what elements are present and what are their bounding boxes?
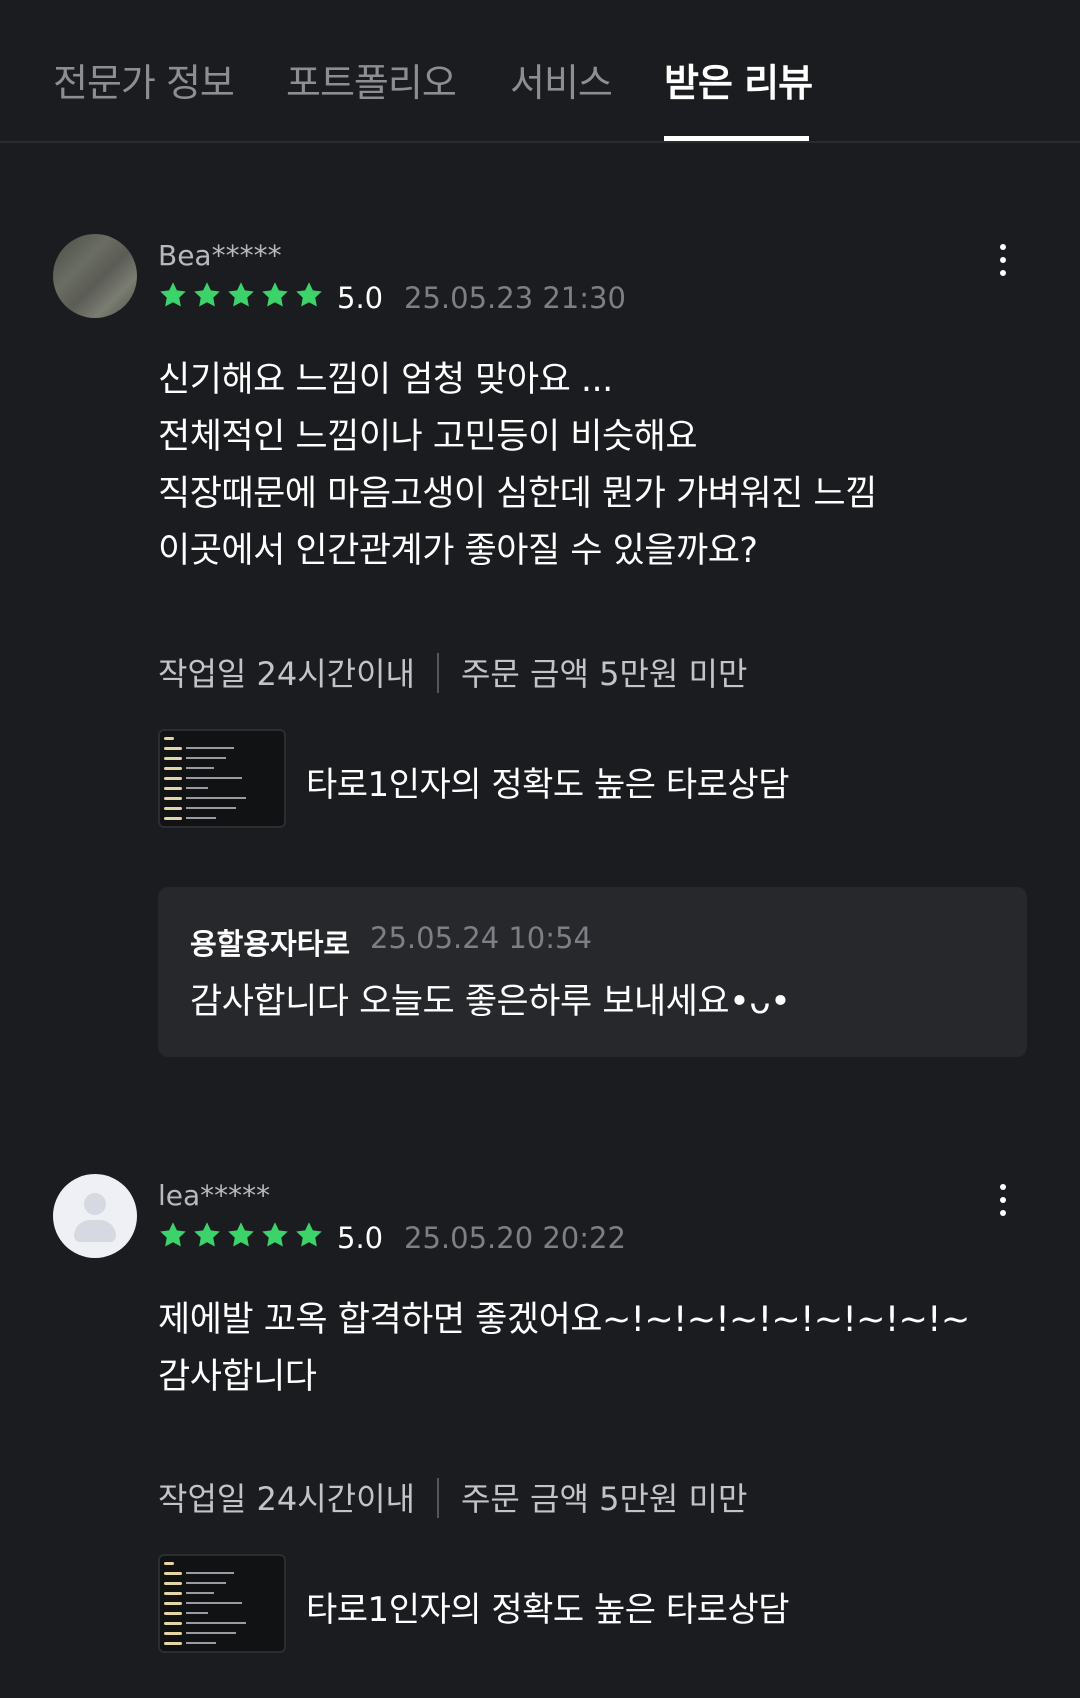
active-tab-indicator <box>664 136 809 141</box>
reply-date: 25.05.24 10:54 <box>370 921 592 955</box>
review-content: 신기해요 느낌이 엄청 맞아요 ... 전체적인 느낌이나 고민등이 비슷해요 … <box>158 352 877 580</box>
star-icon <box>226 1220 256 1250</box>
service-thumbnail[interactable] <box>158 729 286 828</box>
divider <box>436 1478 439 1518</box>
order-amount: 주문 금액 5만원 미만 <box>460 1480 748 1518</box>
star-icon <box>158 280 188 310</box>
star-icon <box>192 280 222 310</box>
more-vertical-icon[interactable] <box>995 1180 1011 1220</box>
work-period: 작업일 24시간이내 <box>158 1480 415 1518</box>
rating-stars <box>158 280 328 310</box>
service-title[interactable]: 타로1인자의 정확도 높은 타로상담 <box>306 757 789 806</box>
review-line: 전체적인 느낌이나 고민등이 비슷해요 <box>158 417 698 457</box>
star-icon <box>294 280 324 310</box>
star-icon <box>294 1220 324 1250</box>
review-line: 직장때문에 마음고생이 심한데 뭔가 가벼워진 느낌 <box>158 474 877 514</box>
rating-stars <box>158 1220 328 1250</box>
star-icon <box>226 280 256 310</box>
work-period: 작업일 24시간이내 <box>158 655 415 693</box>
rating-score: 5.0 <box>337 1221 384 1255</box>
review-content: 제에발 꼬옥 합격하면 좋겠어요~!~!~!~!~!~!~!~!~ 감사합니다 <box>158 1292 970 1406</box>
review-username: Bea***** <box>158 239 282 272</box>
order-amount: 주문 금액 5만원 미만 <box>460 655 748 693</box>
reply-text: 감사합니다 오늘도 좋은하루 보내세요•ᴗ• <box>190 982 791 1022</box>
service-title[interactable]: 타로1인자의 정확도 높은 타로상담 <box>306 1582 789 1631</box>
avatar[interactable] <box>53 234 137 318</box>
rating-score: 5.0 <box>337 281 384 315</box>
review-line: 제에발 꼬옥 합격하면 좋겠어요~!~!~!~!~!~!~!~!~ <box>158 1300 970 1340</box>
star-icon <box>260 1220 290 1250</box>
review-date: 25.05.23 21:30 <box>404 281 626 315</box>
star-icon <box>158 1220 188 1250</box>
tab-bar: 전문가 정보 포트폴리오 서비스 받은 리뷰 <box>0 0 1080 143</box>
review-line: 신기해요 느낌이 엄청 맞아요 ... <box>158 360 613 400</box>
tab-services[interactable]: 서비스 <box>510 52 613 107</box>
service-thumbnail[interactable] <box>158 1554 286 1653</box>
review-username: lea***** <box>158 1179 271 1212</box>
order-meta: 작업일 24시간이내 주문 금액 5만원 미만 <box>158 649 747 696</box>
review-date: 25.05.20 20:22 <box>404 1221 626 1255</box>
tab-portfolio[interactable]: 포트폴리오 <box>286 52 457 107</box>
review-line: 이곳에서 인간관계가 좋아질 수 있을까요? <box>158 531 758 571</box>
tab-reviews[interactable]: 받은 리뷰 <box>664 52 813 107</box>
more-vertical-icon[interactable] <box>995 240 1011 280</box>
divider <box>436 653 439 693</box>
order-meta: 작업일 24시간이내 주문 금액 5만원 미만 <box>158 1474 747 1521</box>
star-icon <box>192 1220 222 1250</box>
tab-expert-info[interactable]: 전문가 정보 <box>53 52 235 107</box>
expert-reply: 용할용자타로 25.05.24 10:54 감사합니다 오늘도 좋은하루 보내세… <box>158 887 1027 1057</box>
review-line: 감사합니다 <box>158 1357 317 1397</box>
default-avatar-icon[interactable] <box>53 1174 137 1258</box>
star-icon <box>260 280 290 310</box>
reply-author: 용할용자타로 <box>190 927 351 961</box>
